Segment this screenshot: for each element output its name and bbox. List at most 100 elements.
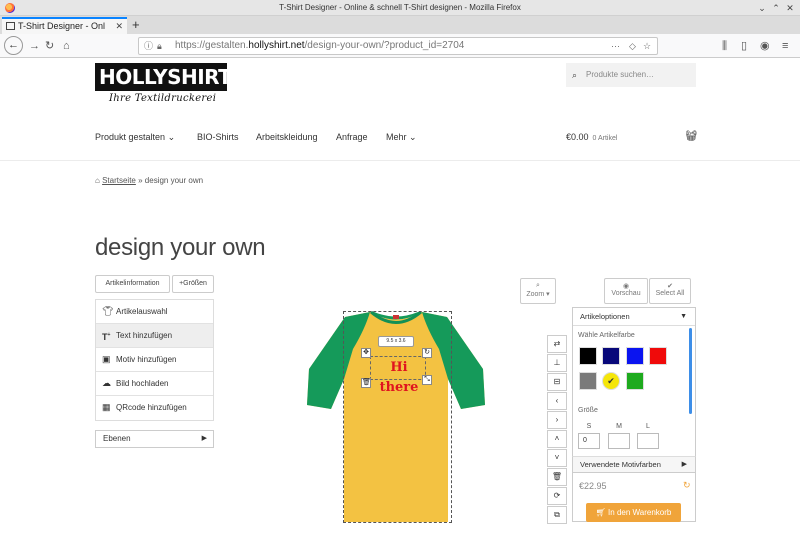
- menu-text-hinzufuegen[interactable]: T+ Text hinzufügen: [96, 324, 213, 348]
- tab-title: T-Shirt Designer - Onl: [18, 21, 106, 31]
- maximize-icon[interactable]: ⌃: [770, 2, 782, 14]
- nav-bio-shirts[interactable]: BIO-Shirts: [197, 132, 239, 142]
- browser-tab[interactable]: T-Shirt Designer - Onl ✕: [2, 17, 127, 34]
- move-down-icon[interactable]: ˅: [547, 449, 567, 467]
- move-up-icon[interactable]: ˄: [547, 430, 567, 448]
- designer-menu: 👕︎ Artikelauswahl T+ Text hinzufügen ▣ Moti…: [95, 299, 214, 421]
- size-s-quantity[interactable]: 0: [578, 433, 600, 449]
- color-swatch-green[interactable]: [626, 372, 644, 390]
- panel-scrollbar[interactable]: [689, 328, 692, 414]
- reload-button[interactable]: ↻: [45, 37, 54, 55]
- color-label: Wähle Artikelfarbe: [578, 332, 635, 339]
- info-icon[interactable]: ⓘ: [144, 38, 153, 54]
- window-title: T-Shirt Designer - Online & schnell T-Sh…: [279, 3, 521, 12]
- header-divider: [0, 160, 800, 161]
- library-icon[interactable]: ⫼: [722, 37, 727, 55]
- pocket-icon[interactable]: ◇: [629, 38, 636, 54]
- new-tab-button[interactable]: +: [132, 17, 140, 33]
- vorschau-button[interactable]: ◉ Vorschau: [604, 278, 648, 304]
- size-s-label: S: [586, 423, 592, 430]
- cart-summary[interactable]: €0.00 0 Artikel: [566, 132, 617, 142]
- account-icon[interactable]: ◉: [760, 37, 770, 55]
- resize-handle-icon[interactable]: ⤡: [422, 375, 432, 385]
- bookmark-star-icon[interactable]: ☆: [643, 38, 651, 54]
- size-label: Größe: [578, 407, 598, 414]
- groessen-button[interactable]: +Größen: [172, 275, 214, 293]
- close-window-icon[interactable]: ✕: [784, 2, 796, 14]
- check-icon: ✔: [607, 376, 615, 386]
- trash-icon[interactable]: 🗑︎: [547, 468, 567, 486]
- move-handle-icon[interactable]: ✥: [361, 348, 371, 358]
- align-center-icon[interactable]: ⊥: [547, 354, 567, 372]
- home-button[interactable]: ⌂: [63, 37, 70, 55]
- design-text[interactable]: Hi there: [371, 358, 427, 398]
- nav-mehr[interactable]: Mehr ⌄: [386, 132, 417, 143]
- nav-produkt-gestalten[interactable]: Produkt gestalten ⌄: [95, 132, 175, 143]
- zoom-button[interactable]: ⌕ Zoom ▾: [520, 278, 556, 304]
- menu-motiv-hinzufuegen[interactable]: ▣ Motiv hinzufügen: [96, 348, 213, 372]
- minimize-icon[interactable]: ⌄: [756, 2, 768, 14]
- tab-close-icon[interactable]: ✕: [115, 19, 123, 33]
- color-swatch-navy[interactable]: [602, 347, 620, 365]
- duplicate-icon[interactable]: ⧉: [547, 506, 567, 524]
- caret-right-icon: ▶: [681, 461, 687, 468]
- back-button[interactable]: ←: [4, 36, 23, 55]
- color-swatch-blue[interactable]: [626, 347, 644, 365]
- breadcrumb-home[interactable]: Startseite: [102, 176, 136, 185]
- breadcrumb-current: design your own: [144, 176, 204, 185]
- product-search-input[interactable]: ⌕ Produkte suchen…: [566, 63, 696, 87]
- delete-handle-icon[interactable]: 🗑︎: [361, 378, 371, 388]
- artikeloptionen-header[interactable]: Artikeloptionen ▼: [573, 308, 695, 326]
- url-bar[interactable]: ⓘ 🔒︎ https://gestalten.hollyshirt.net/de…: [138, 37, 658, 55]
- flip-horizontal-icon[interactable]: ⇄: [547, 335, 567, 353]
- cart-icon: 🛒︎: [595, 508, 606, 517]
- page-actions-icon[interactable]: ···: [611, 38, 620, 54]
- size-m-quantity[interactable]: [608, 433, 630, 449]
- center-horizontal-icon[interactable]: ⊟: [547, 373, 567, 391]
- site-logo[interactable]: HOLLYSHIRT®: [95, 63, 232, 108]
- menu-qrcode-hinzufuegen[interactable]: ▦ QRcode hinzufügen: [96, 396, 213, 420]
- cart-count: 0 Artikel: [592, 135, 618, 142]
- motivfarben-header[interactable]: Verwendete Motivfarben ▶: [572, 456, 696, 473]
- sidebar-icon[interactable]: ▯: [741, 37, 747, 55]
- shirt-icon: 👕︎: [102, 306, 114, 316]
- logo-tagline: Ihre Textildruckerei: [109, 93, 217, 104]
- color-swatch-red[interactable]: [649, 347, 667, 365]
- eye-icon: ◉: [622, 283, 630, 290]
- basket-icon[interactable]: 🧺︎: [685, 131, 698, 142]
- add-to-cart-button[interactable]: 🛒︎ In den Warenkorb: [586, 503, 681, 522]
- move-right-icon[interactable]: ›: [547, 411, 567, 429]
- navigation-toolbar: ← → ↻ ⌂ ⓘ 🔒︎ https://gestalten.hollyshir…: [0, 34, 800, 58]
- size-m-label: M: [616, 423, 622, 430]
- menu-bild-hochladen[interactable]: ☁ Bild hochladen: [96, 372, 213, 396]
- url-path: /design-your-own/?product_id=2704: [304, 40, 465, 51]
- rotate-handle-icon[interactable]: ↻: [422, 348, 432, 358]
- lock-icon[interactable]: 🔒︎: [157, 38, 162, 54]
- menu-icon[interactable]: ≡: [782, 37, 788, 55]
- refresh-icon[interactable]: ⟳: [547, 487, 567, 505]
- url-domain: hollyshirt.net: [248, 40, 305, 51]
- color-swatch-grey[interactable]: [579, 372, 597, 390]
- color-swatch-yellow-selected[interactable]: ✔: [602, 372, 620, 390]
- nav-anfrage[interactable]: Anfrage: [336, 132, 368, 142]
- text-add-icon: T+: [102, 332, 111, 342]
- color-swatch-black[interactable]: [579, 347, 597, 365]
- layers-dropdown[interactable]: Ebenen ▶: [95, 430, 214, 448]
- window-titlebar: T-Shirt Designer - Online & schnell T-Sh…: [0, 0, 800, 16]
- forward-button[interactable]: →: [29, 37, 40, 55]
- select-all-button[interactable]: ✔ Select All: [649, 278, 691, 304]
- nav-arbeitskleidung[interactable]: Arbeitskleidung: [256, 132, 318, 142]
- chevron-down-icon: ⌄: [167, 132, 176, 142]
- move-left-icon[interactable]: ‹: [547, 392, 567, 410]
- dimension-label: 9.5 x 3.6: [378, 336, 414, 347]
- caret-down-icon: ▼: [680, 313, 687, 320]
- home-icon[interactable]: ⌂: [95, 176, 100, 185]
- size-l-quantity[interactable]: [637, 433, 659, 449]
- breadcrumb: ⌂ Startseite » design your own: [95, 176, 204, 185]
- artikelinformation-button[interactable]: Artikelinformation: [95, 275, 170, 293]
- menu-artikelauswahl[interactable]: 👕︎ Artikelauswahl: [96, 300, 213, 324]
- cart-total: €0.00: [566, 132, 589, 142]
- url-prefix: https://gestalten.: [175, 40, 249, 51]
- search-placeholder: Produkte suchen…: [586, 70, 655, 79]
- size-l-label: L: [646, 423, 650, 430]
